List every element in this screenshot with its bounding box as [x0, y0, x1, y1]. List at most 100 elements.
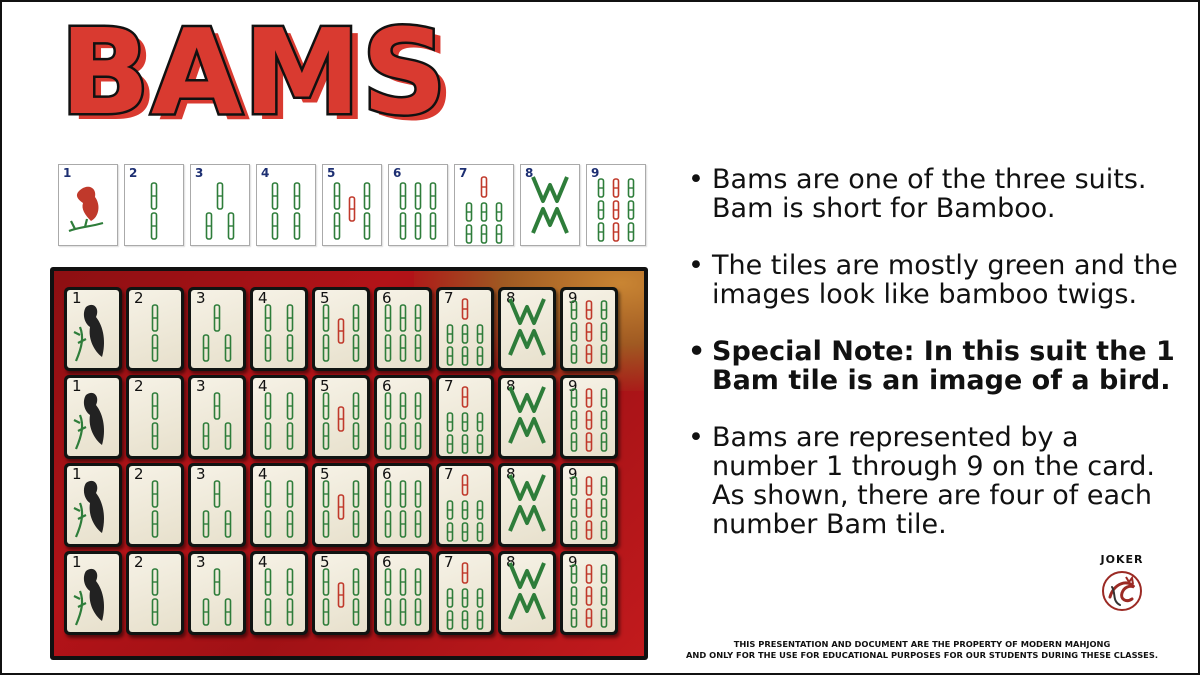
photo-tile: 7 — [436, 463, 494, 547]
bam-tile-8: 8 — [520, 164, 580, 246]
footer-line-1: THIS PRESENTATION AND DOCUMENT ARE THE P… — [733, 639, 1111, 649]
bullet-list: • Bams are one of the three suits. Bam is… — [688, 165, 1188, 567]
joker-logo-text: JOKER — [1100, 553, 1144, 566]
photo-tile: 1 — [64, 551, 122, 635]
bamboo-sticks-icon — [399, 182, 437, 240]
bamboo-sticks-icon — [264, 480, 294, 538]
peacock-icon — [73, 480, 104, 538]
bullet-text: Bams are represented by a number 1 throu… — [712, 422, 1155, 540]
bamboo-sticks-icon — [202, 568, 232, 626]
peacock-icon — [73, 568, 104, 626]
photo-tile: 6 — [374, 551, 432, 635]
slide: BAMS BAMS 1 2 3 4 5 6 7 8 9 123456789123… — [0, 0, 1200, 675]
bamboo-sticks-icon — [202, 480, 232, 538]
photo-tile: 4 — [250, 463, 308, 547]
photo-tile: 3 — [188, 551, 246, 635]
bamboo-sticks-icon — [333, 182, 371, 240]
bullet-dot: • — [688, 422, 704, 453]
bamboo-sticks-icon — [150, 182, 158, 240]
bamboo-sticks-icon — [151, 392, 159, 450]
bullet-dot: • — [688, 164, 704, 195]
photo-tile: 9 — [560, 551, 618, 635]
photo-tile: 3 — [188, 287, 246, 371]
peacock-icon — [73, 392, 104, 450]
photo-tile: 1 — [64, 287, 122, 371]
photo-tile: 1 — [64, 463, 122, 547]
bamboo-sticks-icon — [384, 480, 422, 538]
photo-tile: 4 — [250, 287, 308, 371]
bullet-dot: • — [688, 336, 706, 367]
bamboo-sticks-icon — [508, 562, 546, 620]
bamboo-sticks-icon — [446, 474, 484, 542]
bullet-item: • Bams are represented by a number 1 thro… — [688, 423, 1188, 539]
mahjong-tiles-photo: 123456789123456789123456789123456789 — [50, 267, 648, 660]
photo-tile: 8 — [498, 375, 556, 459]
photo-tile: 4 — [250, 375, 308, 459]
bamboo-sticks-icon — [570, 564, 608, 628]
photo-tile: 2 — [126, 463, 184, 547]
bullet-text: Special Note: In this suit the 1 Bam til… — [712, 336, 1175, 396]
photo-tile: 3 — [188, 463, 246, 547]
bamboo-sticks-icon — [205, 182, 235, 240]
bamboo-sticks-icon — [264, 568, 294, 626]
bullet-item: • The tiles are mostly green and the imag… — [688, 251, 1188, 309]
bamboo-sticks-icon — [446, 386, 484, 454]
bamboo-sticks-icon — [570, 388, 608, 452]
bullet-item: • Bams are one of the three suits. Bam is… — [688, 165, 1188, 223]
bamboo-sticks-icon — [264, 304, 294, 362]
bullet-dot: • — [688, 250, 704, 281]
bamboo-sticks-icon — [384, 392, 422, 450]
bamboo-sticks-icon — [271, 182, 301, 240]
bam-tile-9: 9 — [586, 164, 646, 246]
photo-tile: 2 — [126, 287, 184, 371]
bamboo-sticks-icon — [508, 474, 546, 532]
photo-tile: 4 — [250, 551, 308, 635]
photo-tile: 6 — [374, 375, 432, 459]
photo-tile: 7 — [436, 551, 494, 635]
photo-tile: 2 — [126, 551, 184, 635]
photo-tile: 8 — [498, 551, 556, 635]
photo-tile: 9 — [560, 375, 618, 459]
bamboo-sticks-icon — [465, 176, 503, 244]
photo-tile-grid: 123456789123456789123456789123456789 — [64, 287, 618, 635]
bamboo-sticks-icon — [531, 176, 569, 234]
bamboo-sticks-icon — [322, 480, 360, 538]
bullet-text: Bams are one of the three suits. Bam is … — [712, 164, 1147, 224]
bamboo-sticks-icon — [322, 392, 360, 450]
joker-logo: JOKER — [1092, 553, 1152, 617]
slide-title-text: BAMS — [58, 3, 450, 141]
photo-tile: 8 — [498, 463, 556, 547]
bamboo-sticks-icon — [322, 568, 360, 626]
bam-tile-1: 1 — [58, 164, 118, 246]
footer-line-2: AND ONLY FOR THE USE FOR EDUCATIONAL PUR… — [686, 650, 1158, 660]
photo-tile: 6 — [374, 463, 432, 547]
copyright-footer: THIS PRESENTATION AND DOCUMENT ARE THE P… — [652, 639, 1192, 661]
bamboo-sticks-icon — [384, 568, 422, 626]
bam-tile-5: 5 — [322, 164, 382, 246]
bam-tile-strip: 1 2 3 4 5 6 7 8 9 — [58, 164, 646, 246]
photo-tile: 5 — [312, 287, 370, 371]
bamboo-sticks-icon — [446, 298, 484, 366]
bullet-text: The tiles are mostly green and the image… — [712, 250, 1178, 310]
bam-tile-6: 6 — [388, 164, 448, 246]
bamboo-sticks-icon — [570, 300, 608, 364]
photo-tile: 5 — [312, 463, 370, 547]
bamboo-sticks-icon — [264, 392, 294, 450]
bamboo-sticks-icon — [151, 480, 159, 538]
bamboo-sticks-icon — [202, 304, 232, 362]
bamboo-sticks-icon — [151, 568, 159, 626]
photo-tile: 7 — [436, 287, 494, 371]
bamboo-sticks-icon — [570, 476, 608, 540]
photo-tile: 7 — [436, 375, 494, 459]
photo-tile: 1 — [64, 375, 122, 459]
photo-tile: 5 — [312, 375, 370, 459]
photo-tile: 8 — [498, 287, 556, 371]
bam-tile-7: 7 — [454, 164, 514, 246]
photo-tile: 3 — [188, 375, 246, 459]
photo-tile: 2 — [126, 375, 184, 459]
bamboo-sticks-icon — [446, 562, 484, 630]
peacock-icon — [73, 304, 104, 362]
photo-tile: 5 — [312, 551, 370, 635]
photo-tile: 9 — [560, 463, 618, 547]
bamboo-sticks-icon — [202, 392, 232, 450]
